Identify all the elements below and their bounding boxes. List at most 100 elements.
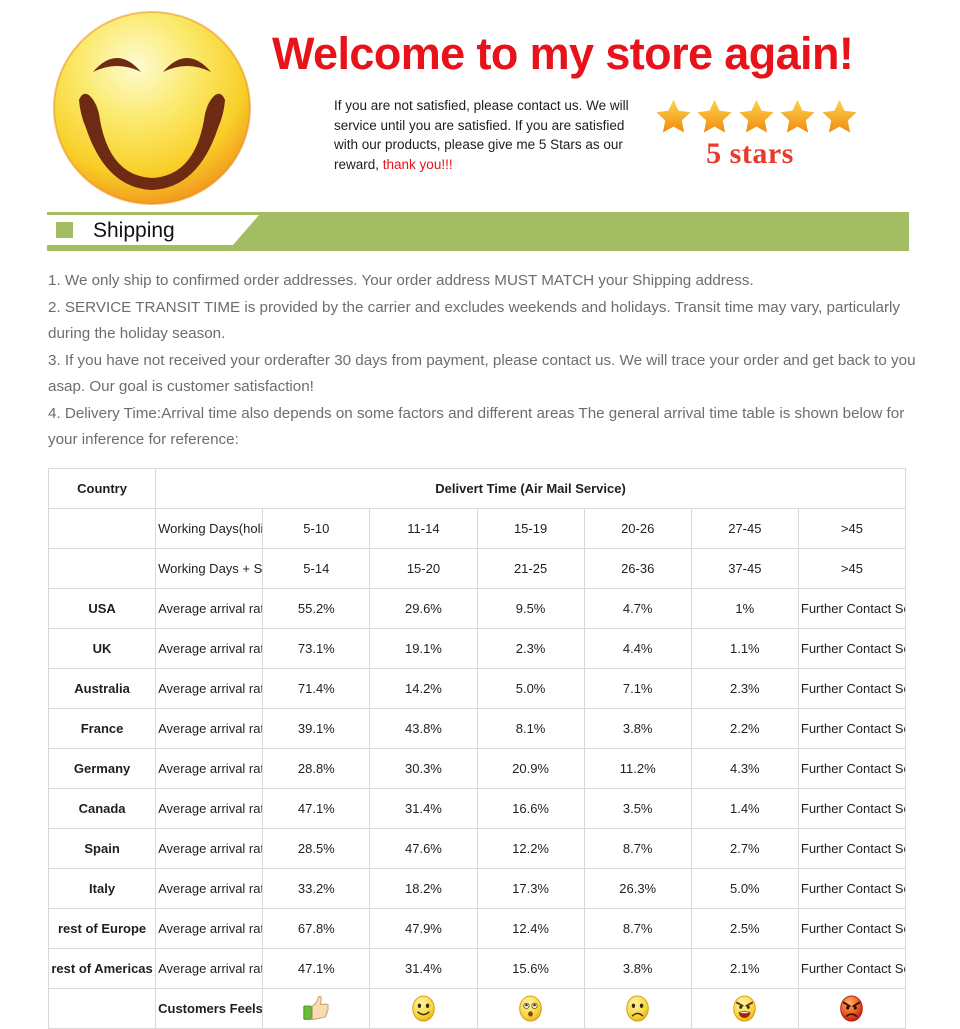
empty-cell <box>47 987 157 1029</box>
further-contact-seller: Further Contact Seller <box>797 907 907 949</box>
cell-value: 3.8% <box>583 947 692 989</box>
table-row: rest of Americas Average arrival rate 47… <box>47 947 907 989</box>
metric-label: Average arrival rate <box>155 907 264 949</box>
table-row: Working Days(holiday not incl) 5-10 11-1… <box>47 507 907 549</box>
cell-value: 2.3% <box>476 627 585 669</box>
cell-value: 31.4% <box>369 947 478 989</box>
cell-value: 33.2% <box>262 867 371 909</box>
section-tab-slant <box>233 215 259 245</box>
cell-value: 11-14 <box>369 507 478 549</box>
cell-value: 15.6% <box>476 947 585 989</box>
cell-value: 12.2% <box>476 827 585 869</box>
cell-value: 2.5% <box>690 907 799 949</box>
cell-value: 5.0% <box>690 867 799 909</box>
metric-label: Average arrival rate <box>155 587 264 629</box>
angry-face-icon <box>690 987 799 1029</box>
table-row: Australia Average arrival rate 71.4% 14.… <box>47 667 907 709</box>
cell-value: 5-14 <box>262 547 371 589</box>
star-icon <box>697 99 733 133</box>
cell-value: 3.5% <box>583 787 692 829</box>
metric-label: Average arrival rate <box>155 787 264 829</box>
thumbs-up-icon <box>262 987 371 1029</box>
star-icon <box>739 99 774 133</box>
cell-value: 9.5% <box>476 587 585 629</box>
cell-value: 11.2% <box>583 747 692 789</box>
customers-feels-row: Customers Feels <box>47 987 907 1029</box>
sad-face-icon <box>583 987 692 1029</box>
cell-value: 15-19 <box>476 507 585 549</box>
cell-value: 20-26 <box>583 507 692 549</box>
store-blurb: If you are not satisfied, please contact… <box>334 96 652 174</box>
cell-value: 55.2% <box>262 587 371 629</box>
blurb-text: If you are not satisfied, please contact… <box>334 98 629 172</box>
metric-label: Average arrival rate <box>155 627 264 669</box>
working-days-label: Working Days(holiday not incl) <box>155 507 264 549</box>
cell-value: 8.7% <box>583 907 692 949</box>
cell-value: 5-10 <box>262 507 371 549</box>
cell-value: 21-25 <box>476 547 585 589</box>
page-title: Welcome to my store again! <box>272 28 854 79</box>
cell-value: 67.8% <box>262 907 371 949</box>
country-name: Australia <box>47 667 157 709</box>
note-item: 3. If you have not received your orderaf… <box>48 351 916 396</box>
cell-value-last: >45 <box>797 547 907 589</box>
further-contact-seller: Further Contact Seller <box>797 627 907 669</box>
cell-value: 8.1% <box>476 707 585 749</box>
cell-value: 4.3% <box>690 747 799 789</box>
table-row: USA Average arrival rate 55.2% 29.6% 9.5… <box>47 587 907 629</box>
table-row: France Average arrival rate 39.1% 43.8% … <box>47 707 907 749</box>
cell-value: 12.4% <box>476 907 585 949</box>
cell-value: 17.3% <box>476 867 585 909</box>
cell-value: 1.4% <box>690 787 799 829</box>
cell-value: 47.1% <box>262 947 371 989</box>
cell-value: 18.2% <box>369 867 478 909</box>
cell-value: 73.1% <box>262 627 371 669</box>
note-item: 1. We only ship to confirmed order addre… <box>48 272 754 289</box>
further-contact-seller: Further Contact Seller <box>797 947 907 989</box>
cell-value: 2.3% <box>690 667 799 709</box>
cell-value: 2.1% <box>690 947 799 989</box>
metric-label: Average arrival rate <box>155 947 264 989</box>
working-days-weekend-label: Working Days + Sat + Sun <box>155 547 264 589</box>
rating-block: 5 stars <box>655 98 857 171</box>
cell-value: 27-45 <box>690 507 799 549</box>
star-icon <box>822 99 857 133</box>
cell-value: 71.4% <box>262 667 371 709</box>
header-delivery-time: Delivert Time (Air Mail Service) <box>155 467 906 509</box>
shipping-section-header: Shipping <box>47 212 909 251</box>
table-row: Canada Average arrival rate 47.1% 31.4% … <box>47 787 907 829</box>
star-icon <box>780 99 815 133</box>
table-row: Working Days + Sat + Sun 5-14 15-20 21-2… <box>47 547 907 589</box>
cell-value: 47.1% <box>262 787 371 829</box>
delivery-time-table-wrap: Country Delivert Time (Air Mail Service)… <box>47 467 907 1029</box>
cell-value: 26-36 <box>583 547 692 589</box>
cell-value: 37-45 <box>690 547 799 589</box>
metric-label: Average arrival rate <box>155 827 264 869</box>
customers-feels-label: Customers Feels <box>155 987 264 1029</box>
metric-label: Average arrival rate <box>155 867 264 909</box>
cell-value: 8.7% <box>583 827 692 869</box>
cell-value: 19.1% <box>369 627 478 669</box>
further-contact-seller: Further Contact Seller <box>797 667 907 709</box>
cell-value: 20.9% <box>476 747 585 789</box>
further-contact-seller: Further Contact Seller <box>797 867 907 909</box>
table-row: rest of Europe Average arrival rate 67.8… <box>47 907 907 949</box>
further-contact-seller: Further Contact Seller <box>797 747 907 789</box>
section-title: Shipping <box>93 219 175 242</box>
further-contact-seller: Further Contact Seller <box>797 707 907 749</box>
country-name: Germany <box>47 747 157 789</box>
smiley-face-icon <box>38 8 266 208</box>
cell-value: 26.3% <box>583 867 692 909</box>
cell-value: 1.1% <box>690 627 799 669</box>
table-row: Spain Average arrival rate 28.5% 47.6% 1… <box>47 827 907 869</box>
cell-value-last: >45 <box>797 507 907 549</box>
cell-value: 29.6% <box>369 587 478 629</box>
smiling-face-icon <box>369 987 478 1029</box>
cell-value: 2.2% <box>690 707 799 749</box>
red-angry-face-icon <box>797 987 907 1029</box>
star-rating <box>655 98 857 134</box>
country-name: rest of Europe <box>47 907 157 949</box>
cell-value: 39.1% <box>262 707 371 749</box>
stars-label: 5 stars <box>706 137 794 170</box>
cell-value: 7.1% <box>583 667 692 709</box>
